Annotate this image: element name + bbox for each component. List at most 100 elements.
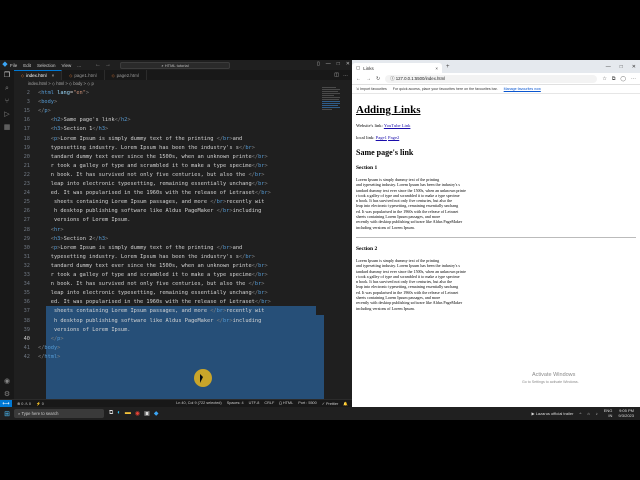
back-icon[interactable]: ← — [356, 76, 361, 82]
edge-icon[interactable]: ◐ — [117, 410, 121, 417]
minimize-icon[interactable]: — — [606, 64, 611, 70]
menu-edit[interactable]: Edit — [23, 63, 31, 68]
remote-indicator-icon[interactable]: ⟷ — [0, 399, 12, 407]
code-line[interactable]: 28 <hr> — [14, 226, 324, 235]
file-explorer-icon[interactable]: ▬ — [125, 410, 131, 417]
tab-index-html[interactable]: ◇ index.html × — [14, 70, 63, 80]
account-icon[interactable]: ◉ — [4, 378, 10, 386]
cursor-position[interactable]: Ln 40, Col 9 (722 selected) — [176, 401, 222, 406]
page1-link[interactable]: Page1 — [376, 135, 387, 140]
volume-icon[interactable]: ♪ — [596, 411, 598, 416]
language-mode[interactable]: {} HTML — [279, 401, 293, 406]
windows-start-icon[interactable]: ⊞ — [0, 410, 14, 418]
taskbar-search[interactable]: ⌕ Type here to search — [14, 409, 104, 418]
nav-forward-icon[interactable]: → — [105, 62, 111, 68]
run-debug-icon[interactable]: ▷ — [4, 111, 9, 119]
code-line[interactable]: 38 h desktop publishing software like Al… — [14, 317, 324, 326]
menu-view[interactable]: View — [62, 63, 72, 68]
tab-page1-html[interactable]: ◇ page1.html — [62, 70, 105, 80]
command-center[interactable]: ⌕ HTML tutorial — [120, 62, 230, 69]
code-line[interactable]: 35 leap into electronic typesetting, rem… — [14, 289, 324, 298]
tab-page2-html[interactable]: ◇ page2.html — [105, 70, 147, 80]
more-actions-icon[interactable]: … — [343, 72, 348, 78]
split-editor-icon[interactable]: ◫ — [334, 72, 339, 78]
chrome-icon[interactable]: ◉ — [135, 410, 140, 417]
page2-link[interactable]: Page2 — [388, 135, 399, 140]
live-server-port[interactable]: Port : 5500 — [298, 401, 317, 406]
task-view-icon[interactable]: ⧉ — [109, 410, 113, 417]
code-line[interactable]: 29 <h3>Section 2</h3> — [14, 235, 324, 244]
code-line[interactable]: 3 <body> — [14, 98, 324, 107]
editor-scrollbar[interactable] — [344, 87, 350, 407]
code-line[interactable]: 37 sheets containing Lorem Ipsum passage… — [14, 307, 324, 316]
code-line[interactable]: 32 tandard dummy text ever since the 150… — [14, 262, 324, 271]
tab-close-icon[interactable]: × — [435, 66, 438, 71]
code-line[interactable]: 31 typesetting industry. Lorem Ipsum has… — [14, 253, 324, 262]
ports-indicator[interactable]: ⚡ 0 — [36, 401, 44, 406]
refresh-icon[interactable]: ↻ — [376, 76, 380, 82]
menu-file[interactable]: File — [10, 63, 17, 68]
close-icon[interactable]: ✕ — [346, 61, 350, 67]
code-line[interactable]: 40 </p> — [14, 335, 324, 344]
menu-dots-icon[interactable]: ⋯ — [631, 76, 636, 82]
prettier-status[interactable]: ✓ Prettier — [322, 401, 338, 406]
code-line[interactable]: 42 </html> — [14, 353, 324, 362]
code-line[interactable]: 17 <h3>Section 1</h3> — [14, 125, 324, 134]
address-bar[interactable]: ⓘ 127.0.0.1:5500/index.html — [385, 74, 598, 83]
problems-indicator[interactable]: ⊗ 0 ⚠ 0 — [17, 401, 31, 406]
new-tab-icon[interactable]: + — [446, 64, 450, 70]
code-line[interactable]: 18 <p>Lorem Ipsum is simply dummy text o… — [14, 135, 324, 144]
code-line[interactable]: 23 leap into electronic typesetting, rem… — [14, 180, 324, 189]
code-line[interactable]: 39 versions of Lorem Ipsum. — [14, 326, 324, 335]
source-control-icon[interactable]: ⑂ — [5, 98, 9, 106]
import-favourites-button[interactable]: ⇲ Import favourites — [356, 87, 387, 91]
menu-more[interactable]: ... — [77, 63, 81, 68]
code-line[interactable]: 41 </body> — [14, 344, 324, 353]
explorer-icon[interactable]: ❐ — [4, 72, 10, 80]
search-icon[interactable]: ⌕ — [5, 85, 9, 93]
code-line[interactable]: 22 n book. It has survived not only five… — [14, 171, 324, 180]
maximize-icon[interactable]: □ — [337, 61, 340, 67]
code-line[interactable]: 25 sheets containing Lorem Ipsum passage… — [14, 198, 324, 207]
code-line[interactable]: 30 <p>Lorem Ipsum is simply dummy text o… — [14, 244, 324, 253]
code-line[interactable]: 20 tandard dummy text ever since the 150… — [14, 153, 324, 162]
code-line[interactable]: 15 </p> — [14, 107, 324, 116]
close-icon[interactable]: ✕ — [632, 64, 636, 70]
code-line[interactable]: 26 h desktop publishing software like Al… — [14, 207, 324, 216]
layout-icon[interactable]: ▯ — [317, 61, 320, 67]
minimap[interactable] — [322, 87, 342, 147]
tray-chevron-icon[interactable]: ^ — [579, 411, 581, 416]
tab-close-icon[interactable]: × — [52, 73, 55, 78]
collections-icon[interactable]: ⧉ — [612, 76, 616, 82]
clock[interactable]: 9:05 PM 9/3/2023 — [618, 408, 634, 418]
settings-gear-icon[interactable]: ⚙ — [4, 391, 10, 399]
network-icon[interactable]: ⌂ — [587, 411, 589, 416]
favorite-star-icon[interactable]: ☆ — [602, 76, 606, 82]
code-editor[interactable]: 2 <html lang="en"> 3 <body> 15 </p> 16 <h2>Sam… — [14, 87, 352, 407]
manage-favourites-link[interactable]: Manage favourites now — [504, 87, 541, 91]
browser-tab-links[interactable]: ▢ Links × — [352, 63, 442, 73]
minimize-icon[interactable]: — — [326, 61, 331, 67]
encoding[interactable]: UTF-8 — [249, 401, 260, 406]
code-line[interactable]: 2 <html lang="en"> — [14, 89, 324, 98]
profile-icon[interactable]: ◯ — [620, 76, 626, 82]
code-line[interactable]: 21 r took a galley of type and scrambled… — [14, 162, 324, 171]
code-line[interactable]: 19 typesetting industry. Lorem Ipsum has… — [14, 144, 324, 153]
store-icon[interactable]: ▣ — [144, 410, 150, 417]
extensions-icon[interactable]: ▦ — [4, 124, 11, 132]
maximize-icon[interactable]: □ — [620, 64, 623, 70]
code-line[interactable]: 36 ed. It was popularised in the 1960s w… — [14, 298, 324, 307]
notification-chip[interactable]: ▶ Lazarus official trailer — [532, 411, 574, 416]
indentation[interactable]: Spaces: 4 — [227, 401, 244, 406]
code-line[interactable]: 27 versions of Lorem Ipsum. — [14, 216, 324, 225]
line-ending[interactable]: CRLF — [264, 401, 274, 406]
breadcrumb[interactable]: index.html > ◇ html > ◇ body > ◇ p — [14, 80, 352, 87]
code-line[interactable]: 24 ed. It was popularised in the 1960s w… — [14, 189, 324, 198]
code-line[interactable]: 34 n book. It has survived not only five… — [14, 280, 324, 289]
nav-back-icon[interactable]: ← — [95, 62, 101, 68]
code-line[interactable]: 33 r took a galley of type and scrambled… — [14, 271, 324, 280]
youtube-link[interactable]: YouTube Link — [384, 123, 411, 128]
forward-icon[interactable]: → — [366, 76, 371, 82]
language-indicator[interactable]: ENG IN — [604, 408, 613, 418]
menu-selection[interactable]: Selection — [37, 63, 56, 68]
